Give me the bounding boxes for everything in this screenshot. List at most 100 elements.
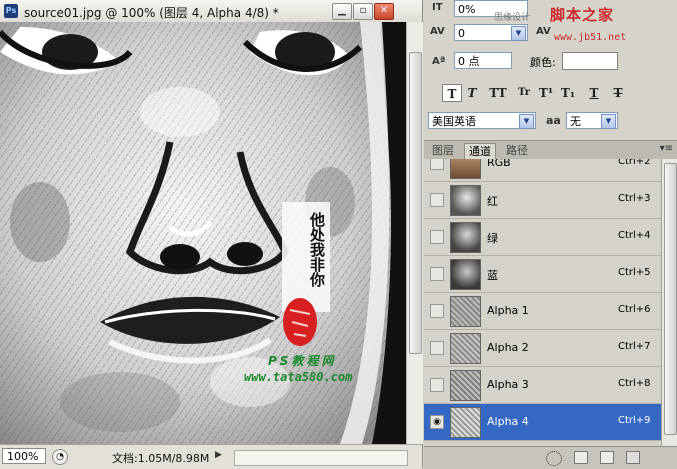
canvas-horizontal-scrollbar[interactable] [234, 450, 408, 466]
status-options-icon[interactable]: ◔ [52, 449, 68, 465]
visibility-toggle[interactable] [430, 341, 444, 355]
minimize-button[interactable]: ▁ [332, 3, 352, 20]
visibility-toggle[interactable] [430, 378, 444, 392]
new-channel-icon[interactable] [600, 451, 614, 464]
delete-channel-icon[interactable] [626, 451, 640, 464]
channel-name: Alpha 4 [487, 415, 529, 428]
channel-row-green[interactable]: 绿 Ctrl+4 [424, 219, 661, 256]
tracking-icon: AV [536, 26, 551, 37]
channel-shortcut: Ctrl+2 [618, 159, 651, 167]
channels-scrollbar[interactable] [661, 159, 677, 446]
eye-icon[interactable]: ◉ [430, 415, 444, 429]
status-bar: 100% ◔ 文档:1.05M/8.98M ▶ [0, 444, 422, 469]
tab-paths[interactable]: 路径 [502, 143, 532, 159]
panel-tabs: 图层 通道 路径 ▾≡ [424, 141, 677, 160]
strikethrough-button[interactable]: T [608, 84, 628, 102]
channel-thumbnail [450, 296, 481, 327]
channel-name: 蓝 [487, 269, 498, 282]
all-caps-button[interactable]: TT [488, 84, 508, 102]
status-menu-arrow-icon[interactable]: ▶ [215, 450, 222, 460]
visibility-toggle[interactable] [430, 193, 444, 207]
channel-shortcut: Ctrl+3 [618, 193, 651, 204]
text-color-swatch[interactable] [562, 52, 618, 70]
channel-row-alpha-4[interactable]: ◉ Alpha 4 Ctrl+9 [424, 404, 661, 441]
character-panel: IT 0% 思缘设计 脚本之家 AV 0 ▼ AV www.jb51.net A… [424, 0, 677, 141]
language-value: 美国英语 [432, 115, 476, 128]
channel-row-alpha-2[interactable]: Alpha 2 Ctrl+7 [424, 330, 661, 367]
visibility-toggle[interactable] [430, 159, 444, 170]
document-title: source01.jpg @ 100% (图层 4, Alpha 4/8) * [24, 6, 279, 20]
faux-italic-button[interactable]: T [462, 84, 482, 102]
kerning-icon: AV [430, 26, 445, 37]
channel-name: 绿 [487, 232, 498, 245]
chevron-down-icon[interactable]: ▼ [601, 114, 616, 129]
maximize-button[interactable]: ▫ [353, 3, 373, 20]
kerning-input[interactable]: 0 ▼ [454, 24, 528, 41]
channels-bottom-bar [424, 446, 677, 469]
close-button[interactable]: ✕ [374, 3, 394, 20]
channel-shortcut: Ctrl+8 [618, 378, 651, 389]
overlay-site-url: www.tata580.com [244, 370, 353, 384]
channel-thumbnail [450, 333, 481, 364]
vertical-scale-icon: IT [432, 2, 443, 13]
photoshop-icon: Ps [4, 4, 18, 18]
channel-row-rgb[interactable]: RGB Ctrl+2 [424, 159, 661, 182]
language-select[interactable]: 美国英语 ▼ [428, 112, 536, 129]
subscript-button[interactable]: T₁ [558, 84, 578, 102]
chevron-down-icon[interactable]: ▼ [519, 114, 534, 129]
channel-shortcut: Ctrl+6 [618, 304, 651, 315]
visibility-toggle[interactable] [430, 230, 444, 244]
channel-row-alpha-1[interactable]: Alpha 1 Ctrl+6 [424, 293, 661, 330]
underline-button[interactable]: T [584, 84, 604, 102]
site-watermark: 脚本之家 [550, 6, 615, 24]
canvas-vertical-scrollbar[interactable] [406, 22, 423, 444]
overlay-site-name: PS教程网 [268, 354, 337, 368]
channel-shortcut: Ctrl+9 [618, 415, 651, 426]
channel-shortcut: Ctrl+5 [618, 267, 651, 278]
small-caps-button[interactable]: Tr [514, 84, 534, 102]
load-selection-icon[interactable] [546, 451, 562, 466]
visibility-toggle[interactable] [430, 304, 444, 318]
channel-name: 红 [487, 195, 498, 208]
visibility-toggle[interactable] [430, 267, 444, 281]
baseline-shift-input[interactable]: 0 点 [454, 52, 512, 69]
antialias-select[interactable]: 无 ▼ [566, 112, 618, 129]
document-size-info: 文档:1.05M/8.98M [112, 452, 210, 465]
seal-calligraphy: 他处我非你 [308, 212, 326, 287]
save-selection-icon[interactable] [574, 451, 588, 464]
channel-row-blue[interactable]: 蓝 Ctrl+5 [424, 256, 661, 293]
channel-shortcut: Ctrl+4 [618, 230, 651, 241]
channel-name: Alpha 1 [487, 304, 529, 317]
color-label: 颜色: [530, 56, 556, 69]
channel-name: RGB [487, 159, 511, 169]
channel-name: Alpha 2 [487, 341, 529, 354]
channel-thumbnail [450, 185, 481, 216]
tab-channels[interactable]: 通道 [464, 143, 496, 160]
site-watermark-url: www.jb51.net [554, 32, 627, 43]
document-titlebar[interactable]: Ps source01.jpg @ 100% (图层 4, Alpha 4/8)… [0, 0, 422, 23]
faux-bold-button[interactable]: T [442, 84, 462, 102]
channel-list: RGB Ctrl+2 红 Ctrl+3 绿 Ctrl+4 蓝 Ctrl+5 Al… [424, 159, 661, 446]
channel-thumbnail [450, 370, 481, 401]
chevron-down-icon[interactable]: ▼ [511, 26, 526, 41]
channel-name: Alpha 3 [487, 378, 529, 391]
channel-shortcut: Ctrl+7 [618, 341, 651, 352]
antialias-icon: aa [546, 114, 561, 127]
canvas-scroll-thumb[interactable] [409, 52, 422, 354]
antialias-value: 无 [570, 115, 581, 128]
watermark-prefix: 思缘设计 [494, 13, 531, 23]
superscript-button[interactable]: T¹ [536, 84, 556, 102]
panel-menu-icon[interactable]: ▾≡ [660, 143, 673, 154]
channels-panel: 图层 通道 路径 ▾≡ RGB Ctrl+2 红 Ctrl+3 绿 Ctrl+4… [424, 141, 677, 469]
channel-row-alpha-3[interactable]: Alpha 3 Ctrl+8 [424, 367, 661, 404]
document-window: Ps source01.jpg @ 100% (图层 4, Alpha 4/8)… [0, 0, 423, 469]
channel-row-red[interactable]: 红 Ctrl+3 [424, 182, 661, 219]
channel-thumbnail [450, 159, 481, 179]
zoom-field[interactable]: 100% [2, 448, 46, 464]
image-canvas[interactable]: 他处我非你 PS教程网 www.tata580.com [0, 22, 406, 444]
baseline-shift-icon: Aª [432, 56, 446, 67]
kerning-value: 0 [458, 27, 465, 40]
channels-scroll-thumb[interactable] [664, 163, 677, 435]
tab-layers[interactable]: 图层 [428, 143, 458, 159]
channel-thumbnail [450, 222, 481, 253]
